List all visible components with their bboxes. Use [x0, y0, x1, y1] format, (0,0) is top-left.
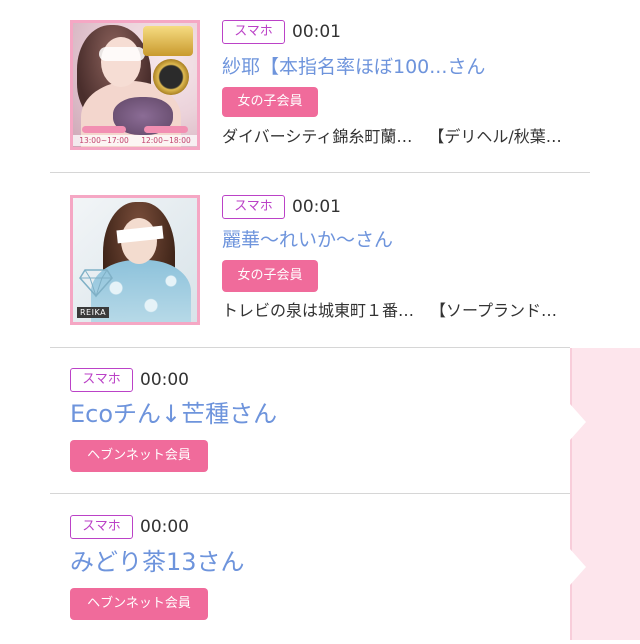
profile-thumbnail[interactable]: REIKA: [70, 195, 200, 325]
profile-name-link[interactable]: Ecoチん↓芒種さん: [70, 399, 277, 429]
photo-face: [101, 37, 141, 87]
shop-area-text: ダイバーシティ錦糸町蘭…: [222, 127, 413, 146]
diamond-logo-icon: [79, 268, 113, 298]
device-badge: スマホ: [70, 515, 133, 539]
member-type-label: 女の子会員: [222, 260, 318, 292]
visit-time: 00:01: [292, 197, 341, 217]
photo-caption: REIKA: [77, 307, 110, 318]
profile-name-link[interactable]: みどり茶13さん: [70, 547, 245, 577]
visit-time: 00:00: [140, 370, 189, 390]
schedule-time: 13:00~17:00: [79, 136, 129, 145]
device-badge: スマホ: [222, 195, 285, 219]
footprint-row: スマホ 00:00 みどり茶13さん ヘブンネット会員: [0, 494, 570, 640]
photo-face-blur: [99, 47, 145, 61]
shop-genre-text: 【ソープランド…: [430, 301, 558, 320]
shop-area-text: トレビの泉は城東町１番…: [222, 301, 415, 320]
member-type-label: 女の子会員: [222, 87, 318, 117]
profile-name-link[interactable]: 麗華〜れいか〜さん: [222, 227, 393, 253]
shop-genre-text: 【デリヘル/秋葉…: [428, 127, 562, 146]
award-badge-icon: [143, 26, 193, 56]
profile-name-link[interactable]: 紗耶【本指名率ほぼ100...さん: [222, 54, 485, 80]
profile-thumbnail[interactable]: 13:00~17:00 12:00~18:00: [70, 20, 200, 150]
schedule-day-tag: [144, 126, 188, 133]
footprint-row: 13:00~17:00 12:00~18:00 スマホ 00:01 紗耶【本指名…: [0, 0, 640, 172]
visit-time: 00:01: [292, 22, 341, 42]
member-type-label: ヘブンネット会員: [70, 440, 208, 472]
schedule-times: 13:00~17:00 12:00~18:00: [73, 135, 197, 146]
side-ribbon: [570, 348, 640, 640]
footprint-row: REIKA スマホ 00:01 麗華〜れいか〜さん 女の子会員 トレビの泉は城東…: [0, 173, 640, 347]
visit-time: 00:00: [140, 517, 189, 537]
footprint-row: スマホ 00:00 Ecoチん↓芒種さん ヘブンネット会員: [0, 348, 570, 493]
member-type-label: ヘブンネット会員: [70, 588, 208, 620]
device-badge: スマホ: [70, 368, 133, 392]
device-badge: スマホ: [222, 20, 285, 44]
shop-info: トレビの泉は城東町１番… 【ソープランド…: [222, 300, 557, 322]
schedule-day-tags: [73, 126, 197, 133]
schedule-time: 12:00~18:00: [141, 136, 191, 145]
shop-info: ダイバーシティ錦糸町蘭… 【デリヘル/秋葉…: [222, 126, 562, 148]
medal-icon: [153, 59, 189, 95]
schedule-day-tag: [82, 126, 126, 133]
